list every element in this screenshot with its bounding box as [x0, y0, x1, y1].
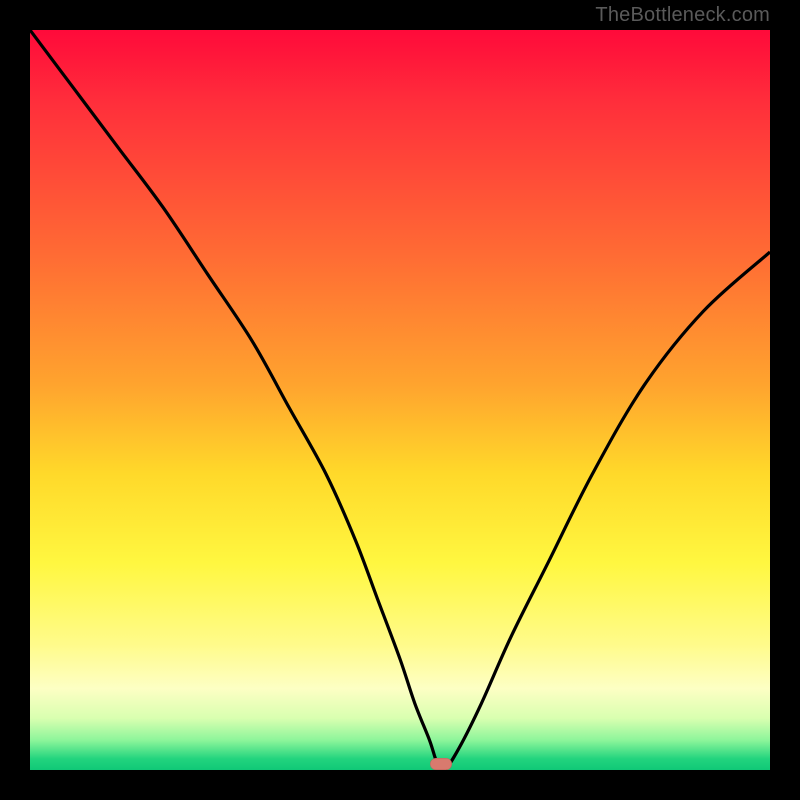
plot-area	[30, 30, 770, 770]
chart-frame: TheBottleneck.com	[0, 0, 800, 800]
optimal-marker	[430, 758, 452, 770]
watermark-text: TheBottleneck.com	[595, 4, 770, 27]
bottleneck-curve	[30, 30, 770, 770]
